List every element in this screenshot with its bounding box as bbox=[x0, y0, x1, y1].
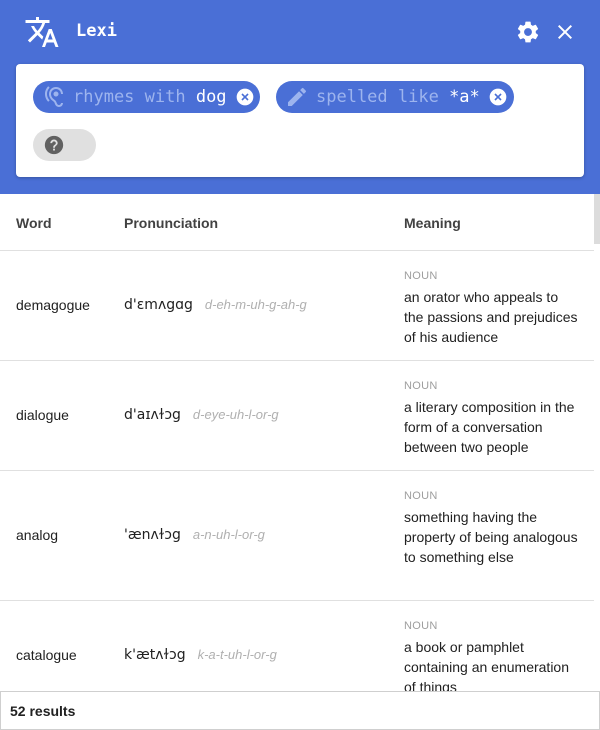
app-header: Lexi rhymes with dog spelled like *a* bbox=[0, 0, 600, 194]
pronunciation-cell: 'ænʌɫɔg a-n-uh-l-or-g bbox=[124, 527, 265, 543]
word-cell: dialogue bbox=[16, 407, 69, 423]
ipa-text: d'aɪʌɫɔg bbox=[124, 407, 181, 423]
help-icon bbox=[44, 135, 64, 155]
app-title: Lexi bbox=[76, 21, 117, 41]
phonetic-text: d-eye-uh-l-or-g bbox=[192, 407, 279, 422]
table-row[interactable]: analog 'ænʌɫɔg a-n-uh-l-or-g NOUN somethi… bbox=[0, 471, 594, 601]
top-bar: Lexi bbox=[0, 0, 600, 64]
remove-spelled-icon[interactable] bbox=[488, 87, 508, 107]
pencil-icon bbox=[288, 87, 307, 106]
ipa-text: d'ɛmʌgɑg bbox=[124, 297, 193, 313]
word-cell: catalogue bbox=[16, 647, 77, 663]
hearing-icon bbox=[45, 86, 63, 107]
meaning-cell: NOUN an orator who appeals to the passio… bbox=[404, 269, 580, 347]
scrollbar[interactable] bbox=[594, 194, 600, 244]
table-row[interactable]: demagogue d'ɛmʌgɑg d-eh-m-uh-g-ah-g NOUN … bbox=[0, 251, 594, 361]
definition-text: something having the property of being a… bbox=[404, 509, 578, 565]
table-row[interactable]: dialogue d'aɪʌɫɔg d-eye-uh-l-or-g NOUN a … bbox=[0, 361, 594, 471]
results-count: 52 results bbox=[10, 703, 76, 719]
part-of-speech: NOUN bbox=[404, 490, 438, 502]
rhymes-with-label: rhymes with bbox=[73, 87, 196, 107]
translate-icon bbox=[25, 17, 59, 47]
definition-text: a literary composition in the form of a … bbox=[404, 399, 575, 455]
close-icon[interactable] bbox=[553, 20, 577, 44]
meaning-column-header: Meaning bbox=[404, 215, 461, 231]
results-table: Word Pronunciation Meaning demagogue d'ɛ… bbox=[0, 194, 594, 711]
help-button[interactable] bbox=[33, 129, 96, 161]
pronunciation-cell: d'aɪʌɫɔg d-eye-uh-l-or-g bbox=[124, 407, 279, 423]
part-of-speech: NOUN bbox=[404, 620, 438, 632]
spelled-like-chip[interactable]: spelled like *a* bbox=[276, 81, 514, 113]
definition-text: a book or pamphlet containing an enumera… bbox=[404, 639, 570, 695]
spelled-like-value: *a* bbox=[449, 87, 480, 107]
rhymes-with-value: dog bbox=[195, 87, 227, 107]
query-card: rhymes with dog spelled like *a* bbox=[16, 64, 584, 177]
word-cell: demagogue bbox=[16, 297, 90, 313]
word-cell: analog bbox=[16, 527, 59, 543]
part-of-speech: NOUN bbox=[404, 380, 438, 392]
phonetic-text: k-a-t-uh-l-or-g bbox=[197, 647, 277, 662]
pronunciation-column-header: Pronunciation bbox=[124, 215, 219, 231]
results-footer: 52 results bbox=[0, 691, 600, 730]
table-header: Word Pronunciation Meaning bbox=[0, 194, 594, 251]
meaning-cell: NOUN a literary composition in the form … bbox=[404, 379, 580, 457]
ipa-text: k'ætʌɫɔg bbox=[124, 647, 186, 663]
definition-text: an orator who appeals to the passions an… bbox=[404, 289, 578, 345]
part-of-speech: NOUN bbox=[404, 270, 438, 282]
phonetic-text: a-n-uh-l-or-g bbox=[192, 527, 265, 542]
gear-icon[interactable] bbox=[515, 19, 541, 45]
rhymes-with-chip[interactable]: rhymes with dog bbox=[33, 81, 260, 113]
meaning-cell: NOUN a book or pamphlet containing an en… bbox=[404, 619, 580, 697]
remove-rhymes-icon[interactable] bbox=[235, 87, 255, 107]
phonetic-text: d-eh-m-uh-g-ah-g bbox=[204, 297, 307, 312]
word-column-header: Word bbox=[16, 215, 52, 231]
ipa-text: 'ænʌɫɔg bbox=[124, 527, 181, 543]
pronunciation-cell: k'ætʌɫɔg k-a-t-uh-l-or-g bbox=[124, 647, 277, 663]
pronunciation-cell: d'ɛmʌgɑg d-eh-m-uh-g-ah-g bbox=[124, 297, 307, 313]
spelled-like-label: spelled like bbox=[316, 87, 450, 107]
meaning-cell: NOUN something having the property of be… bbox=[404, 489, 580, 567]
